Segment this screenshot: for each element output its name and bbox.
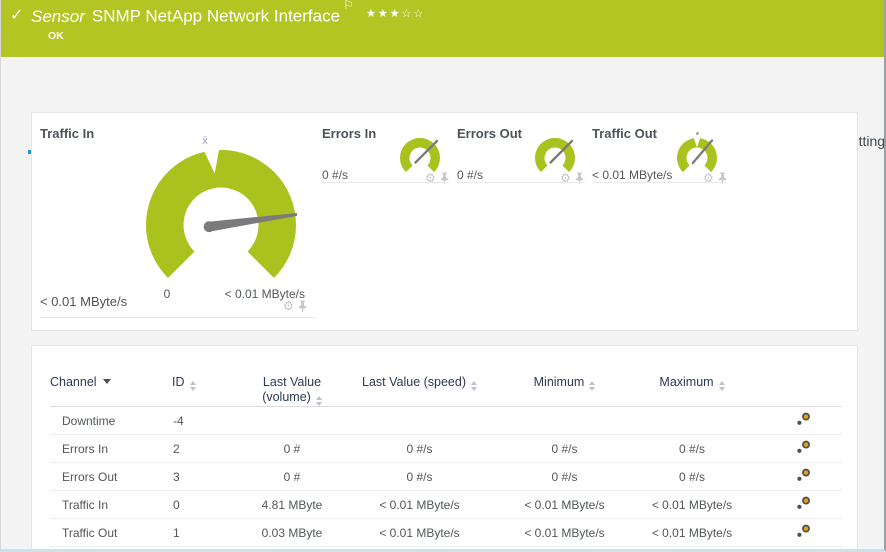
gauge-current-value: < 0.01 MByte/s [40, 294, 127, 309]
last-value-speed [352, 407, 487, 435]
gauge-tile-traffic-out: Traffic Out < 0.01 MByte/s ⚙ [592, 113, 727, 303]
last-value-volume: 4.81 MByte [232, 491, 352, 519]
channel-id: 1 [172, 519, 232, 547]
sort-desc-icon [103, 379, 111, 384]
gauge-title-traffic-in: Traffic In [40, 126, 94, 141]
tile-divider [457, 182, 585, 183]
minimum-value: 0 #/s [487, 435, 642, 463]
maximum-value: < 0.01 MByte/s [642, 519, 742, 547]
tile-divider [40, 317, 316, 318]
channels-panel: Channel ID Last Value(volume) Last Value… [31, 345, 858, 552]
gauge-tools: ⚙ [283, 300, 307, 312]
sensor-tab-bar: Overview Live Data 2 days 30 days 365 [1, 57, 884, 112]
minimum-value: < 0.01 MByte/s [487, 519, 642, 547]
table-header-row: Channel ID Last Value(volume) Last Value… [50, 346, 842, 407]
last-value-volume: 0.03 MByte [232, 519, 352, 547]
status-ok-check-icon: ✓ [10, 5, 23, 24]
column-header-actions [742, 346, 842, 407]
channel-id: 2 [172, 435, 232, 463]
sort-icon [719, 381, 725, 391]
last-value-speed: 0 #/s [352, 435, 487, 463]
channel-settings-wrench-icon[interactable] [796, 412, 812, 426]
channel-id: 3 [172, 463, 232, 491]
channel-settings-wrench-icon[interactable] [796, 496, 812, 510]
gauges-panel: Traffic In x̄ 0 < 0.01 MByte/s < 0.01 MB… [31, 112, 858, 331]
channel-settings-wrench-icon[interactable] [796, 440, 812, 454]
gauge-title-traffic-out: Traffic Out [592, 126, 657, 141]
gauge-tile-errors-out: Errors Out 0 #/s ⚙ [457, 113, 585, 303]
traffic-in-gauge [145, 149, 297, 301]
sort-icon [471, 381, 477, 391]
tile-divider [592, 182, 727, 183]
flag-icon[interactable]: ⚐ [343, 0, 354, 12]
column-header-id[interactable]: ID [172, 346, 232, 407]
status-badge: OK [48, 30, 64, 42]
gauge-current-value: 0 #/s [457, 168, 483, 182]
sort-icon [589, 381, 595, 391]
last-value-speed: 0 #/s [352, 463, 487, 491]
gauge-current-value: 0 #/s [322, 168, 348, 182]
channel-table: Channel ID Last Value(volume) Last Value… [50, 346, 842, 547]
prtg-sensor-page: ✓ Sensor SNMP NetApp Network Interface⚐ ★★… [0, 0, 886, 552]
maximum-value: 0 #/s [642, 435, 742, 463]
channel-name: Errors Out [50, 463, 172, 491]
last-value-volume: 0 # [232, 463, 352, 491]
column-header-last-value-volume[interactable]: Last Value(volume) [232, 346, 352, 407]
average-marker-dot [696, 132, 699, 135]
table-row-errors-out: Errors Out 3 0 # 0 #/s 0 #/s 0 #/s [50, 463, 842, 491]
column-header-minimum[interactable]: Minimum [487, 346, 642, 407]
page-title: SensorSNMP NetApp Network Interface⚐★★★☆… [31, 4, 425, 27]
minimum-value: 0 #/s [487, 463, 642, 491]
channel-settings-wrench-icon[interactable] [796, 524, 812, 538]
last-value-volume: 0 # [232, 435, 352, 463]
pin-icon[interactable] [298, 300, 307, 312]
gauge-scale-min: 0 [155, 287, 179, 301]
table-row-errors-in: Errors In 2 0 # 0 #/s 0 #/s 0 #/s [50, 435, 842, 463]
table-row-downtime: Downtime -4 [50, 407, 842, 435]
maximum-value [642, 407, 742, 435]
priority-stars[interactable]: ★★★☆☆ [366, 6, 425, 20]
column-header-maximum[interactable]: Maximum [642, 346, 742, 407]
stars-empty: ☆☆ [401, 6, 425, 20]
channel-name: Traffic Out [50, 519, 172, 547]
gauge-title-errors-out: Errors Out [457, 126, 522, 141]
tile-divider [322, 182, 450, 183]
sensor-status-header: ✓ Sensor SNMP NetApp Network Interface⚐ ★★… [1, 0, 884, 57]
table-row-traffic-out: Traffic Out 1 0.03 MByte < 0.01 MByte/s … [50, 519, 842, 547]
last-value-speed: < 0.01 MByte/s [352, 491, 487, 519]
gauge-settings-gear-icon[interactable]: ⚙ [283, 300, 294, 312]
object-kind-label: Sensor [31, 7, 85, 26]
gauge-current-value: < 0.01 MByte/s [592, 168, 672, 182]
last-value-speed: < 0.01 MByte/s [352, 519, 487, 547]
gauge-tile-errors-in: Errors In 0 #/s ⚙ [322, 113, 450, 303]
sort-icon [190, 381, 196, 391]
minimum-value: < 0.01 MByte/s [487, 491, 642, 519]
sensor-name: SNMP NetApp Network Interface [92, 7, 340, 26]
last-value-volume [232, 407, 352, 435]
channel-name: Traffic In [50, 491, 172, 519]
maximum-value: < 0.01 MByte/s [642, 491, 742, 519]
column-header-channel[interactable]: Channel [50, 346, 172, 407]
channel-id: -4 [172, 407, 232, 435]
sort-icon [316, 396, 322, 406]
gauge-title-errors-in: Errors In [322, 126, 376, 141]
channel-id: 0 [172, 491, 232, 519]
channel-name: Errors In [50, 435, 172, 463]
average-marker-label: x̄ [197, 135, 213, 147]
maximum-value: 0 #/s [642, 463, 742, 491]
table-row-traffic-in: Traffic In 0 4.81 MByte < 0.01 MByte/s <… [50, 491, 842, 519]
channel-name: Downtime [50, 407, 172, 435]
minimum-value [487, 407, 642, 435]
channel-settings-wrench-icon[interactable] [796, 468, 812, 482]
stars-filled: ★★★ [366, 6, 401, 20]
column-header-last-value-speed[interactable]: Last Value (speed) [352, 346, 487, 407]
